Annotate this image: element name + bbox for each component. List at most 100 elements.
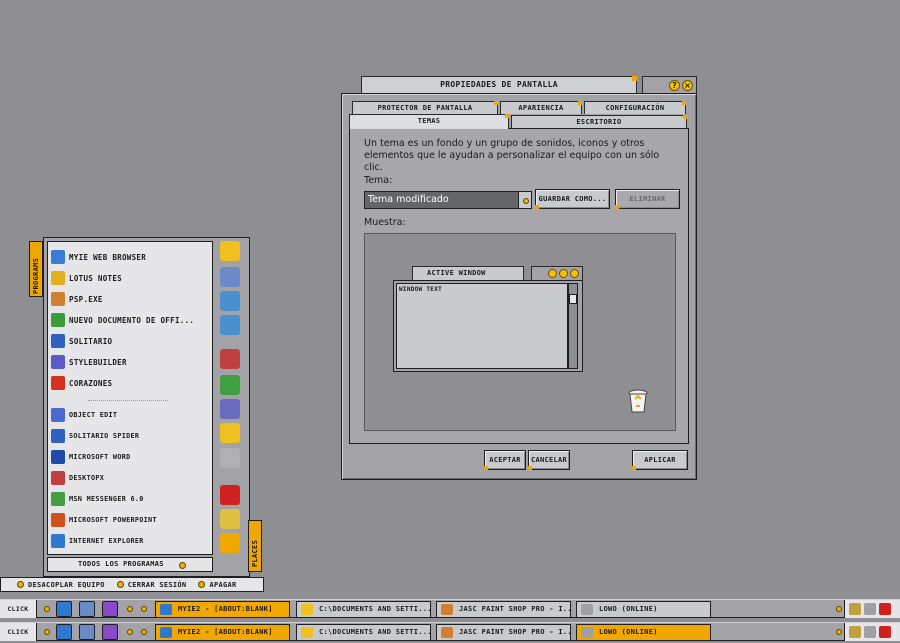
menu-item-label: StyleBuilder (69, 357, 127, 367)
myie-icon (51, 250, 65, 264)
tab-desktop[interactable]: Escritorio (511, 115, 687, 128)
taskbar-handle-icon[interactable] (141, 606, 147, 612)
theme-select-value: Tema modificado (368, 194, 449, 205)
menu-item-lotus-notes[interactable]: Lotus Notes (51, 268, 211, 288)
start-button[interactable]: Click (0, 600, 37, 618)
menu-separator (88, 400, 168, 401)
tab-settings[interactable]: Configuración (584, 101, 686, 114)
menu-item-word[interactable]: Microsoft Word (51, 447, 211, 467)
shutdown-button[interactable]: Apagar (198, 581, 236, 589)
menu-item-solitaire[interactable]: Solitario (51, 331, 211, 351)
all-programs-button[interactable]: Todos los Programas (47, 557, 213, 572)
menu-item-myie[interactable]: MyIE Web Browser (51, 247, 211, 267)
tools-quicklaunch-icon[interactable] (79, 624, 95, 640)
dropdown-arrow-icon[interactable] (518, 191, 532, 209)
task-button[interactable]: C:\Documents and Setti... (296, 601, 431, 618)
tools-icon[interactable] (220, 349, 240, 369)
psp-icon (51, 292, 65, 306)
theme-select[interactable]: Tema modificado (364, 191, 532, 209)
tools-tray-icon[interactable] (849, 626, 861, 638)
chevron-up-icon[interactable] (127, 606, 133, 612)
power-icon (198, 581, 206, 588)
theme-label: Tema: (364, 175, 393, 186)
tab-themes[interactable]: Temas (349, 114, 509, 129)
logoff-button[interactable]: Cerrar sesión (116, 581, 187, 589)
menu-item-stylebuilder[interactable]: StyleBuilder (51, 352, 211, 372)
menu-item-object-edit[interactable]: Object Edit (51, 405, 211, 425)
task-button-label: Lowo (online) (599, 605, 658, 613)
tray-handle-icon[interactable] (836, 629, 842, 635)
tab-screensaver[interactable]: Protector de pantalla (352, 101, 498, 114)
menu-item-label: Microsoft PowerPoint (69, 516, 157, 524)
menu-item-label: Corazones (69, 378, 113, 388)
search-icon[interactable] (220, 509, 240, 529)
task-button-label: C:\Documents and Setti... (319, 605, 431, 613)
close-icon[interactable]: × (682, 79, 693, 91)
help-icon[interactable]: ? (669, 79, 680, 91)
word-icon (51, 450, 65, 464)
menu-item-desktopx[interactable]: DesktopX (51, 468, 211, 488)
cancel-button[interactable]: Cancelar (528, 450, 570, 470)
menu-item-msn[interactable]: MSN Messenger 6.0 (51, 489, 211, 509)
settings-icon[interactable] (220, 533, 240, 553)
myie-quicklaunch-icon[interactable] (56, 601, 72, 617)
places-tab[interactable]: Places (248, 520, 262, 572)
window-tray-icon[interactable] (864, 603, 876, 615)
taskbar-handle-icon[interactable] (141, 629, 147, 635)
quicklaunch-handle-icon[interactable] (44, 629, 50, 635)
menu-item-office-doc[interactable]: Nuevo Documento de Offi... (51, 310, 211, 330)
control-panel-icon[interactable] (220, 375, 240, 395)
preview-window: Window Text (393, 280, 583, 372)
network-icon[interactable] (220, 315, 240, 335)
task-button[interactable]: Jasc Paint Shop Pro - I... (436, 624, 571, 641)
my-computer-icon[interactable] (220, 267, 240, 287)
antivirus-tray-icon[interactable] (879, 626, 891, 638)
menu-item-spider-solitaire[interactable]: Solitario Spider (51, 426, 211, 446)
quicklaunch-handle-icon[interactable] (44, 606, 50, 612)
lotus-notes-icon (51, 271, 65, 285)
task-button[interactable]: Lowo (online) (576, 624, 711, 641)
psp-icon (441, 604, 453, 615)
menu-item-ie[interactable]: Internet Explorer (51, 531, 211, 551)
printer-icon[interactable] (220, 448, 240, 468)
chevron-up-icon[interactable] (127, 629, 133, 635)
tools-quicklaunch-icon[interactable] (79, 601, 95, 617)
window-tray-icon[interactable] (864, 626, 876, 638)
task-button[interactable]: Jasc Paint Shop Pro - I... (436, 601, 571, 618)
ok-button[interactable]: Aceptar (484, 450, 526, 470)
search-folder-icon[interactable] (220, 423, 240, 443)
menu-item-label: PSP.EXE (69, 294, 103, 304)
task-button-label: Jasc Paint Shop Pro - I... (459, 605, 571, 613)
menu-item-psp[interactable]: PSP.EXE (51, 289, 211, 309)
messenger-icon (581, 604, 593, 615)
task-button[interactable]: Lowo (online) (576, 601, 711, 618)
session-bar: Desacoplar equipo Cerrar sesión Apagar (0, 577, 264, 592)
antivirus-tray-icon[interactable] (879, 603, 891, 615)
media-quicklaunch-icon[interactable] (102, 624, 118, 640)
save-as-button[interactable]: Guardar como... (535, 189, 610, 209)
programs-tab[interactable]: Programs (29, 241, 43, 297)
delete-button[interactable]: Eliminar (615, 189, 680, 209)
apply-button[interactable]: Aplicar (632, 450, 688, 470)
tab-appearance[interactable]: Apariencia (500, 101, 582, 114)
menu-item-powerpoint[interactable]: Microsoft PowerPoint (51, 510, 211, 530)
task-button[interactable]: MyIE2 - [about:blank] (155, 624, 290, 641)
monitor-icon[interactable] (220, 291, 240, 311)
media-quicklaunch-icon[interactable] (102, 601, 118, 617)
myie-quicklaunch-icon[interactable] (56, 624, 72, 640)
taskbar-top: Click MyIE2 - [about:blank] C:\Documents a… (0, 599, 900, 618)
task-button[interactable]: C:\Documents and Setti... (296, 624, 431, 641)
tools-tray-icon[interactable] (849, 603, 861, 615)
tray-handle-icon[interactable] (836, 606, 842, 612)
programs-icon[interactable] (220, 399, 240, 419)
menu-item-label: MyIE Web Browser (69, 252, 147, 262)
folder-icon[interactable] (220, 241, 240, 261)
help-icon[interactable] (220, 485, 240, 505)
start-button[interactable]: Click (0, 623, 37, 641)
object-edit-icon (51, 408, 65, 422)
undock-button[interactable]: Desacoplar equipo (17, 581, 105, 589)
menu-item-hearts[interactable]: Corazones (51, 373, 211, 393)
undock-icon (17, 581, 24, 588)
task-button[interactable]: MyIE2 - [about:blank] (155, 601, 290, 618)
close-icon (570, 269, 579, 278)
